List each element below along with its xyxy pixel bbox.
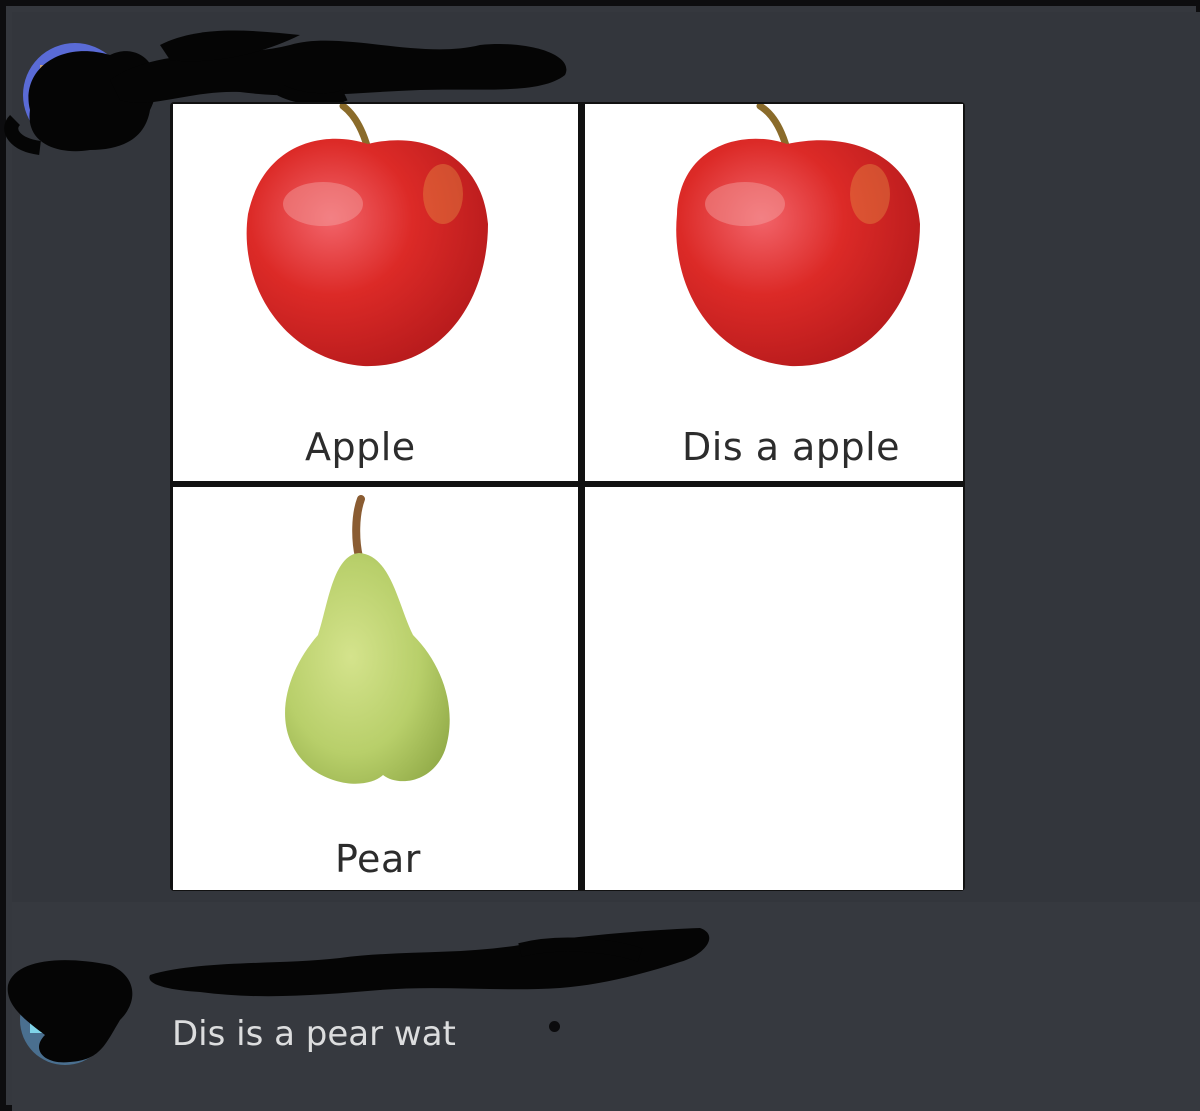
message-group-2 (12, 902, 1200, 1111)
cell-label: Pear (335, 837, 421, 881)
cell-label: Dis a apple (682, 425, 901, 469)
grid-cell-pear[interactable]: Pear (173, 487, 578, 890)
cell-label: Apple (305, 425, 416, 469)
apple-image (676, 104, 920, 367)
message-text: Dis is a pear wat (172, 1014, 456, 1054)
image-grid[interactable]: Apple Dis a apple Pear (170, 102, 965, 891)
grid-cell-apple[interactable]: Apple (173, 104, 578, 481)
grid-cell-dis-a-apple[interactable]: Dis a apple (585, 104, 963, 481)
cursor-dot (549, 1021, 560, 1032)
apple-image (246, 104, 488, 367)
pear-image (285, 495, 450, 784)
grid-cell-empty[interactable] (585, 487, 963, 890)
